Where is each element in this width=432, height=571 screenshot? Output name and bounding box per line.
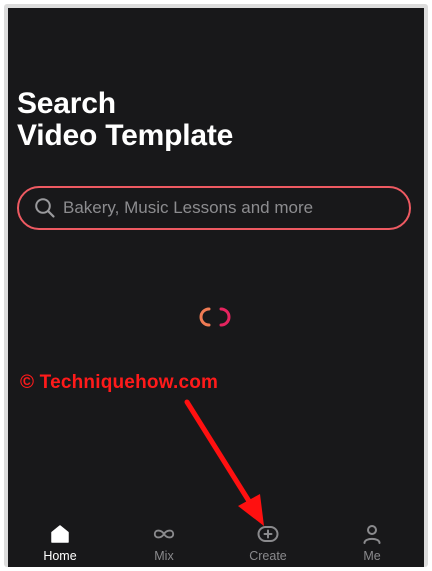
- nav-label-create: Create: [249, 549, 287, 563]
- page-title: Search Video Template: [17, 88, 233, 152]
- watermark-text: © Techniquehow.com: [20, 372, 219, 393]
- search-icon: [33, 196, 57, 220]
- nav-label-mix: Mix: [154, 549, 174, 563]
- infinity-icon: [152, 522, 176, 546]
- nav-item-me[interactable]: Me: [320, 516, 424, 567]
- app-screen: Search Video Template © Techniquehow.com: [8, 8, 424, 567]
- home-icon: [48, 522, 72, 546]
- loading-spinner-icon: [195, 305, 235, 329]
- create-plus-icon: [256, 522, 280, 546]
- person-icon: [360, 522, 384, 546]
- page-title-line-2: Video Template: [17, 119, 234, 152]
- nav-item-mix[interactable]: Mix: [112, 516, 216, 567]
- search-bar[interactable]: [17, 186, 411, 230]
- nav-label-home: Home: [43, 549, 77, 563]
- nav-label-me: Me: [363, 549, 381, 563]
- page-title-line-1: Search: [17, 87, 116, 120]
- search-input[interactable]: [63, 198, 393, 218]
- bottom-nav: Home Mix Create Me: [8, 516, 424, 567]
- nav-item-create[interactable]: Create: [216, 516, 320, 567]
- red-arrow-icon: [178, 396, 278, 536]
- nav-item-home[interactable]: Home: [8, 516, 112, 567]
